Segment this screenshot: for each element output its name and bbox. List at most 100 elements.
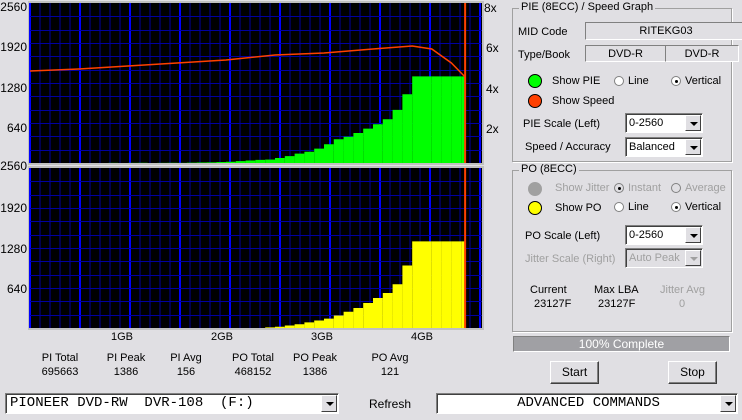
right-tick: 2x xyxy=(486,122,499,136)
pie-bar xyxy=(284,156,295,163)
po-bar xyxy=(294,324,305,328)
pie-bar xyxy=(245,160,256,163)
x-tick: 4GB xyxy=(410,331,433,343)
chevron-down-icon[interactable] xyxy=(685,250,701,266)
right-tick: 4x xyxy=(486,82,499,96)
po-bar xyxy=(441,241,452,328)
pie-bar xyxy=(304,151,315,163)
po-line-radio[interactable] xyxy=(614,202,624,212)
jitter-avg-label: Jitter Avg xyxy=(660,284,706,296)
show-speed-label: Show Speed xyxy=(552,95,615,107)
pie-bar xyxy=(226,161,236,163)
pie-scale-label: PIE Scale (Left) xyxy=(523,118,601,130)
start-button[interactable]: Start xyxy=(550,361,599,384)
x-tick: 1GB xyxy=(110,331,133,343)
pie-bar xyxy=(343,136,354,163)
drive-value: PIONEER DVD-RW DVR-108 (F:) xyxy=(10,395,254,411)
po-bar xyxy=(324,318,334,328)
pie-bar xyxy=(441,76,452,163)
pie-bar xyxy=(314,148,324,163)
pie-bar xyxy=(422,76,432,163)
show-jitter-toggle[interactable] xyxy=(528,182,542,196)
left-tick: 1280 xyxy=(0,81,27,95)
pie-bar xyxy=(402,94,413,163)
type-book-label: Type/Book xyxy=(518,49,570,61)
po-bar xyxy=(304,322,315,328)
show-po-toggle[interactable] xyxy=(528,201,542,215)
chevron-down-icon[interactable] xyxy=(685,227,701,243)
speed-accuracy-select[interactable]: Balanced xyxy=(625,137,703,157)
stat-value: 1386 xyxy=(302,366,328,378)
po-bar xyxy=(373,298,383,328)
stat-label: PO Avg xyxy=(371,352,409,364)
mid-code-field: RITEKG03 xyxy=(585,22,742,40)
stat-label: PO Total xyxy=(232,352,274,364)
pie-bar xyxy=(392,109,403,163)
pie-bar xyxy=(412,76,422,163)
jitter-instant-radio[interactable] xyxy=(614,183,624,193)
x-tick: 3GB xyxy=(310,331,333,343)
chevron-down-icon[interactable] xyxy=(685,115,701,131)
jitter-scale-value: Auto Peak xyxy=(629,252,680,264)
stop-button[interactable]: Stop xyxy=(668,361,717,384)
right-tick: 8x xyxy=(484,1,497,15)
left-tick: 1280 xyxy=(0,242,27,256)
pie-bar xyxy=(382,119,393,163)
left-tick: 2560 xyxy=(0,159,27,173)
pie-bar xyxy=(255,159,266,163)
pie-scale-select[interactable]: 0-2560 xyxy=(625,113,703,133)
show-speed-toggle[interactable] xyxy=(528,94,542,108)
pie-bar xyxy=(333,139,344,163)
stat-value: 695663 xyxy=(41,366,79,378)
left-tick: 1920 xyxy=(0,40,27,54)
type-field: DVD-R xyxy=(585,45,666,62)
drive-select[interactable]: PIONEER DVD-RW DVR-108 (F:) xyxy=(5,393,339,414)
jitter-average-label: Average xyxy=(685,182,726,194)
show-pie-toggle[interactable] xyxy=(528,74,542,88)
pie-bar xyxy=(275,158,285,163)
jitter-scale-label: Jitter Scale (Right) xyxy=(525,253,616,265)
mid-code-label: MID Code xyxy=(518,26,568,38)
po-bar xyxy=(363,303,373,328)
stat-label: PI Total xyxy=(41,352,79,364)
po-bar xyxy=(343,311,354,328)
po-bar xyxy=(422,241,432,328)
jitter-scale-select[interactable]: Auto Peak xyxy=(625,248,703,268)
show-jitter-label: Show Jitter xyxy=(555,182,610,194)
pie-line-label: Line xyxy=(628,75,649,87)
pie-scale-value: 0-2560 xyxy=(629,117,664,129)
left-tick: 640 xyxy=(6,121,27,135)
refresh-button[interactable]: Refresh xyxy=(369,397,411,411)
current-value: 23127F xyxy=(534,298,572,310)
book-field: DVD-R xyxy=(665,45,739,62)
pie-po-charts xyxy=(28,1,484,330)
pie-line-radio[interactable] xyxy=(614,76,624,86)
po-vertical-radio[interactable] xyxy=(671,202,681,212)
group-title: PIE (8ECC) / Speed Graph xyxy=(519,1,656,13)
left-tick: 640 xyxy=(6,282,27,296)
po-bar xyxy=(353,308,364,328)
stat-value: 156 xyxy=(176,366,196,378)
pie-bar xyxy=(451,76,462,163)
po-bar xyxy=(333,315,344,328)
left-tick: 1920 xyxy=(0,201,27,215)
po-bar xyxy=(284,325,295,328)
show-po-label: Show PO xyxy=(555,202,602,214)
jitter-average-radio[interactable] xyxy=(671,183,681,193)
stat-value: 468152 xyxy=(234,366,272,378)
jitter-avg-value: 0 xyxy=(679,298,686,310)
chevron-down-icon[interactable] xyxy=(720,395,736,412)
pie-bar xyxy=(196,162,207,163)
po-bar xyxy=(431,241,442,328)
pie-bar xyxy=(294,153,305,163)
pie-vertical-radio[interactable] xyxy=(671,76,681,86)
po-scale-select[interactable]: 0-2560 xyxy=(625,225,703,245)
pie-bar xyxy=(353,133,364,163)
chevron-down-icon[interactable] xyxy=(685,139,701,155)
show-pie-label: Show PIE xyxy=(552,75,601,87)
chevron-down-icon[interactable] xyxy=(321,395,337,412)
stat-label: PO Peak xyxy=(292,352,338,364)
po-bar xyxy=(402,265,413,328)
pie-bar xyxy=(373,124,383,163)
advanced-commands-select[interactable]: ADVANCED COMMANDS xyxy=(436,393,738,414)
